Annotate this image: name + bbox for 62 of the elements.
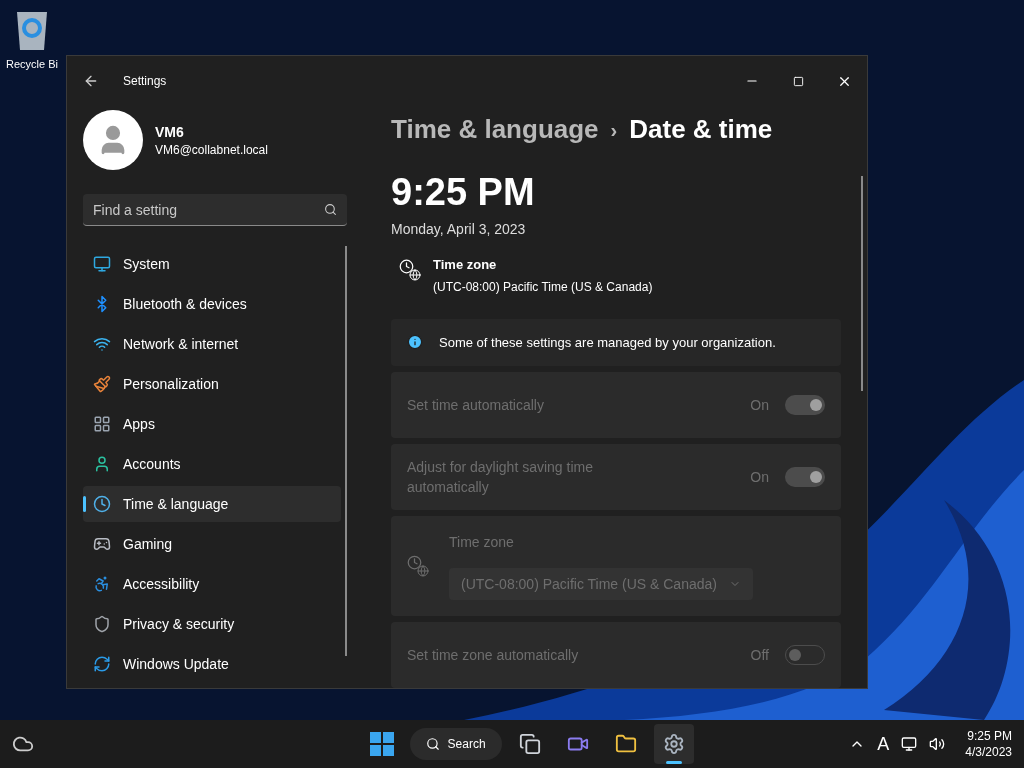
- desktop-icon-label[interactable]: Recycle Bi: [6, 56, 58, 73]
- keyboard-layout-icon[interactable]: A: [877, 730, 890, 758]
- nav-item[interactable]: Personalization: [83, 366, 341, 402]
- window-title: Settings: [123, 73, 167, 89]
- taskbar-date: 4/3/2023: [965, 744, 1012, 760]
- windows-logo-icon[interactable]: [369, 732, 394, 756]
- shield-icon: [93, 615, 111, 633]
- avatar: [83, 110, 143, 170]
- taskbar-time: 9:25 PM: [967, 728, 1012, 744]
- folder-icon: [614, 733, 637, 755]
- nav-item[interactable]: Gaming: [83, 526, 341, 562]
- settings-icon: [662, 733, 685, 755]
- apps-grid-icon: [93, 415, 111, 433]
- nav-item[interactable]: System: [83, 246, 341, 282]
- nav-item[interactable]: Apps: [83, 406, 341, 442]
- nav-item[interactable]: Windows Update: [83, 646, 341, 682]
- current-date: Monday, April 3, 2023: [391, 220, 527, 239]
- time-zone-label: Time zone: [433, 256, 498, 274]
- breadcrumb-separator: ›: [610, 117, 618, 143]
- nav-item[interactable]: Bluetooth & devices: [83, 286, 341, 322]
- toggle-state: On: [750, 468, 769, 487]
- gamepad-icon: [93, 535, 111, 553]
- person-icon: [93, 455, 111, 473]
- setting-label: Adjust for daylight saving time automatically: [407, 458, 594, 497]
- taskbar-app[interactable]: [653, 724, 694, 764]
- search-input[interactable]: Find a setting: [93, 199, 324, 220]
- monitor-icon: [93, 255, 111, 273]
- taskbar-search[interactable]: Search: [409, 728, 502, 760]
- maximize-icon: [792, 75, 804, 87]
- user-name: VM6: [155, 123, 185, 142]
- setting-label: Set time zone automatically: [407, 646, 580, 665]
- wifi-icon: [93, 335, 111, 353]
- user-email: VM6@collabnet.local: [155, 142, 268, 158]
- clock-icon: [93, 495, 111, 513]
- page-title: Date & time: [629, 113, 773, 146]
- update-icon: [93, 655, 111, 673]
- setting-label: Set time automatically: [407, 396, 545, 415]
- notice-text: Some of these settings are managed by your organization.: [439, 333, 776, 352]
- clock-globe-icon: [399, 259, 421, 281]
- setting-label: Time zone: [449, 533, 515, 552]
- search-icon: [425, 737, 440, 751]
- time-zone-value: (UTC-08:00) Pacific Time (US & Canada): [433, 278, 653, 295]
- search-field[interactable]: Find a setting: [83, 194, 347, 226]
- nav-item[interactable]: Accessibility: [83, 566, 341, 602]
- toggle-state: Off: [750, 646, 769, 665]
- volume-icon[interactable]: [929, 736, 946, 752]
- task-view-icon: [518, 733, 541, 755]
- network-icon[interactable]: [901, 736, 918, 752]
- clock-globe-icon: [407, 555, 429, 577]
- accessibility-icon: [93, 575, 111, 593]
- info-icon: [407, 334, 423, 351]
- current-time: 9:25 PM: [391, 173, 536, 211]
- nav-item[interactable]: Privacy & security: [83, 606, 341, 642]
- search-icon: [324, 203, 337, 216]
- back-icon[interactable]: [83, 73, 99, 89]
- toggle-state: On: [750, 396, 769, 415]
- breadcrumb-parent[interactable]: Time & language: [391, 110, 599, 149]
- paintbrush-icon: [93, 375, 111, 393]
- nav-item[interactable]: Accounts: [83, 446, 341, 482]
- nav-item[interactable]: Network & internet: [83, 326, 341, 362]
- nav-item[interactable]: Time & language: [83, 486, 341, 522]
- recycle-bin-icon: [14, 10, 50, 52]
